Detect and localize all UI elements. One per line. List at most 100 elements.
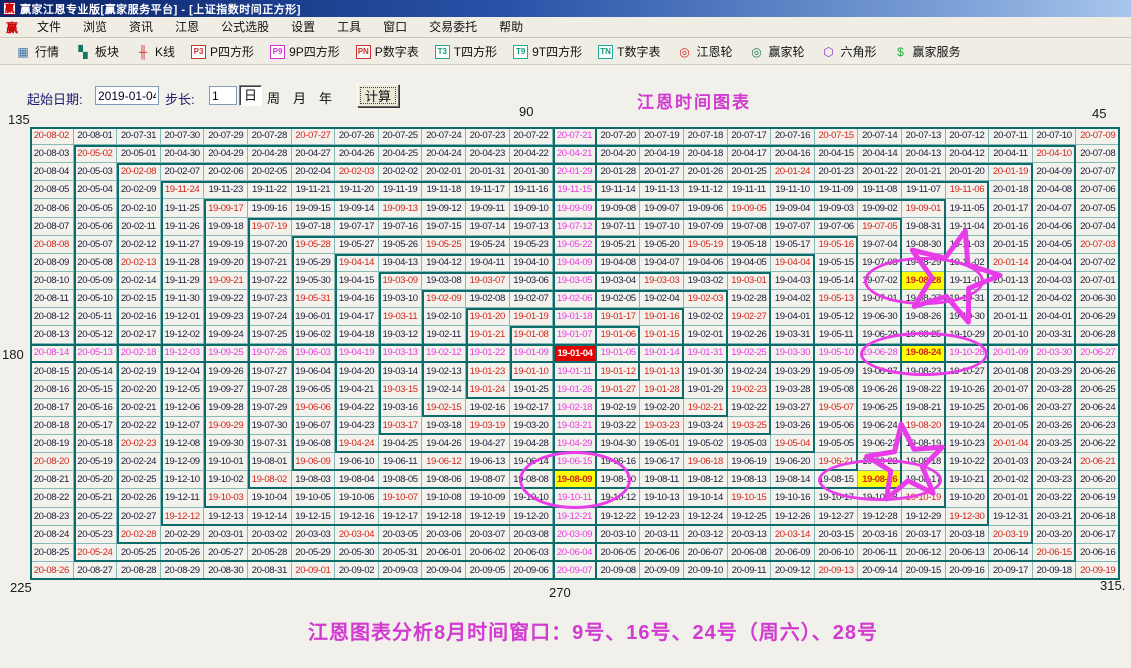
grid-cell: 19-02-05 <box>597 290 641 308</box>
period-button-日[interactable]: 日 <box>239 85 262 106</box>
grid-cell: 19-10-22 <box>946 453 990 471</box>
menu-item-4[interactable]: 公式选股 <box>210 18 280 36</box>
grid-cell: 19-08-21 <box>902 399 946 417</box>
grid-cell: 20-01-22 <box>858 163 902 181</box>
menu-item-2[interactable]: 资讯 <box>118 18 164 36</box>
app-logo-icon-small: 赢 <box>6 19 18 36</box>
grid-cell: 20-06-08 <box>728 544 772 562</box>
grid-cell: 19-09-01 <box>902 199 946 217</box>
grid-cell: 20-03-12 <box>684 526 728 544</box>
grid-cell: 20-04-22 <box>510 145 554 163</box>
grid-cell: 20-02-11 <box>117 218 161 236</box>
grid-cell: 19-04-15 <box>335 272 379 290</box>
grid-cell: 19-09-07 <box>640 199 684 217</box>
toolbar-button-K线[interactable]: ╫K线 <box>128 41 182 62</box>
toolbar-button-板块[interactable]: ▚板块 <box>68 41 126 62</box>
grid-cell: 19-04-24 <box>335 435 379 453</box>
grid-cell: 20-04-03 <box>1033 272 1077 290</box>
menu-item-6[interactable]: 工具 <box>326 18 372 36</box>
menu-item-7[interactable]: 窗口 <box>372 18 418 36</box>
menu-item-1[interactable]: 浏览 <box>72 18 118 36</box>
grid-cell: 19-05-14 <box>815 272 859 290</box>
grid-cell: 19-06-09 <box>292 453 336 471</box>
toolbar-button-行情[interactable]: ▦行情 <box>8 41 66 62</box>
grid-cell: 19-02-23 <box>728 381 772 399</box>
grid-cell: 19-12-17 <box>379 508 423 526</box>
grid-cell: 20-02-26 <box>117 489 161 507</box>
grid-cell: 20-01-07 <box>989 381 1033 399</box>
grid-cell: 19-12-06 <box>161 399 205 417</box>
grid-cell: 20-04-29 <box>204 145 248 163</box>
menu-item-0[interactable]: 文件 <box>26 18 72 36</box>
grid-cell: 19-04-02 <box>771 290 815 308</box>
toolbar-button-六角形[interactable]: ⬡六角形 <box>814 41 884 62</box>
grid-cell: 19-01-08 <box>510 326 554 344</box>
toolbar-button-T数字表[interactable]: TNT数字表 <box>591 41 667 62</box>
grid-cell: 20-09-14 <box>858 562 902 580</box>
grid-cell: 19-04-26 <box>422 435 466 453</box>
grid-cell: 19-04-29 <box>553 435 597 453</box>
grid-cell: 19-04-01 <box>771 308 815 326</box>
service-dollar-icon: $ <box>893 44 909 59</box>
menu-item-9[interactable]: 帮助 <box>488 18 534 36</box>
grid-cell: 19-06-06 <box>292 399 336 417</box>
grid-cell: 20-03-24 <box>1033 453 1077 471</box>
grid-cell: 20-02-15 <box>117 290 161 308</box>
grid-cell: 20-08-08 <box>30 236 74 254</box>
toolbar-button-P四方形[interactable]: P3P四方形 <box>184 41 261 62</box>
menu-item-8[interactable]: 交易委托 <box>418 18 488 36</box>
grid-cell: 19-07-05 <box>858 218 902 236</box>
toolbar-button-9P四方形[interactable]: P99P四方形 <box>263 41 347 62</box>
grid-cell: 19-12-15 <box>292 508 336 526</box>
grid-cell: 19-10-07 <box>379 489 423 507</box>
grid-cell: 19-02-12 <box>422 344 466 362</box>
grid-cell: 20-06-03 <box>510 544 554 562</box>
grid-cell: 20-04-11 <box>989 145 1033 163</box>
grid-cell: 19-05-07 <box>815 399 859 417</box>
period-button-月[interactable]: 月 <box>293 88 306 107</box>
grid-cell: 20-07-15 <box>815 127 859 145</box>
menu-item-5[interactable]: 设置 <box>280 18 326 36</box>
grid-cell: 20-02-14 <box>117 272 161 290</box>
grid-cell: 19-07-24 <box>248 308 292 326</box>
toolbar-button-江恩轮[interactable]: ◎江恩轮 <box>669 41 739 62</box>
grid-cell: 20-06-12 <box>902 544 946 562</box>
grid-cell: 20-07-24 <box>422 127 466 145</box>
toolbar-button-赢家轮[interactable]: ◎赢家轮 <box>741 41 811 62</box>
grid-cell: 19-12-01 <box>161 308 205 326</box>
grid-cell: 19-07-07 <box>771 218 815 236</box>
grid-cell: 19-05-15 <box>815 254 859 272</box>
grid-cell: 20-04-27 <box>292 145 336 163</box>
grid-cell: 20-09-07 <box>553 562 597 580</box>
step-input[interactable] <box>209 86 237 105</box>
grid-cell: 20-06-09 <box>771 544 815 562</box>
grid-cell: 20-07-16 <box>771 127 815 145</box>
grid-cell: 20-03-15 <box>815 526 859 544</box>
grid-cell: 19-01-26 <box>553 381 597 399</box>
period-button-周[interactable]: 周 <box>267 88 280 107</box>
grid-cell: 20-09-05 <box>466 562 510 580</box>
grid-cell: 20-07-09 <box>1076 127 1120 145</box>
toolbar-button-赢家服务[interactable]: $赢家服务 <box>886 41 968 62</box>
toolbar-button-T四方形[interactable]: T3T四方形 <box>428 41 504 62</box>
grid-cell: 19-08-20 <box>902 417 946 435</box>
menu-item-3[interactable]: 江恩 <box>164 18 210 36</box>
grid-cell: 20-07-06 <box>1076 181 1120 199</box>
grid-cell: 20-04-23 <box>466 145 510 163</box>
grid-cell: 19-09-20 <box>204 254 248 272</box>
toolbar-button-P数字表[interactable]: PNP数字表 <box>349 41 426 62</box>
grid-cell: 20-06-02 <box>466 544 510 562</box>
grid-cell: 19-04-06 <box>684 254 728 272</box>
start-date-input[interactable] <box>95 86 159 105</box>
grid-cell: 19-01-28 <box>640 381 684 399</box>
grid-cell: 20-09-09 <box>640 562 684 580</box>
calculate-button[interactable]: 计算 <box>357 84 399 107</box>
grid-cell: 19-09-23 <box>204 308 248 326</box>
grid-cell: 19-01-10 <box>510 363 554 381</box>
grid-cell: 20-07-31 <box>117 127 161 145</box>
grid-cell: 20-05-13 <box>74 344 118 362</box>
toolbar-button-9T四方形[interactable]: T99T四方形 <box>506 41 589 62</box>
period-button-年[interactable]: 年 <box>319 88 332 107</box>
grid-cell: 19-12-25 <box>728 508 772 526</box>
grid-cell: 20-09-17 <box>989 562 1033 580</box>
